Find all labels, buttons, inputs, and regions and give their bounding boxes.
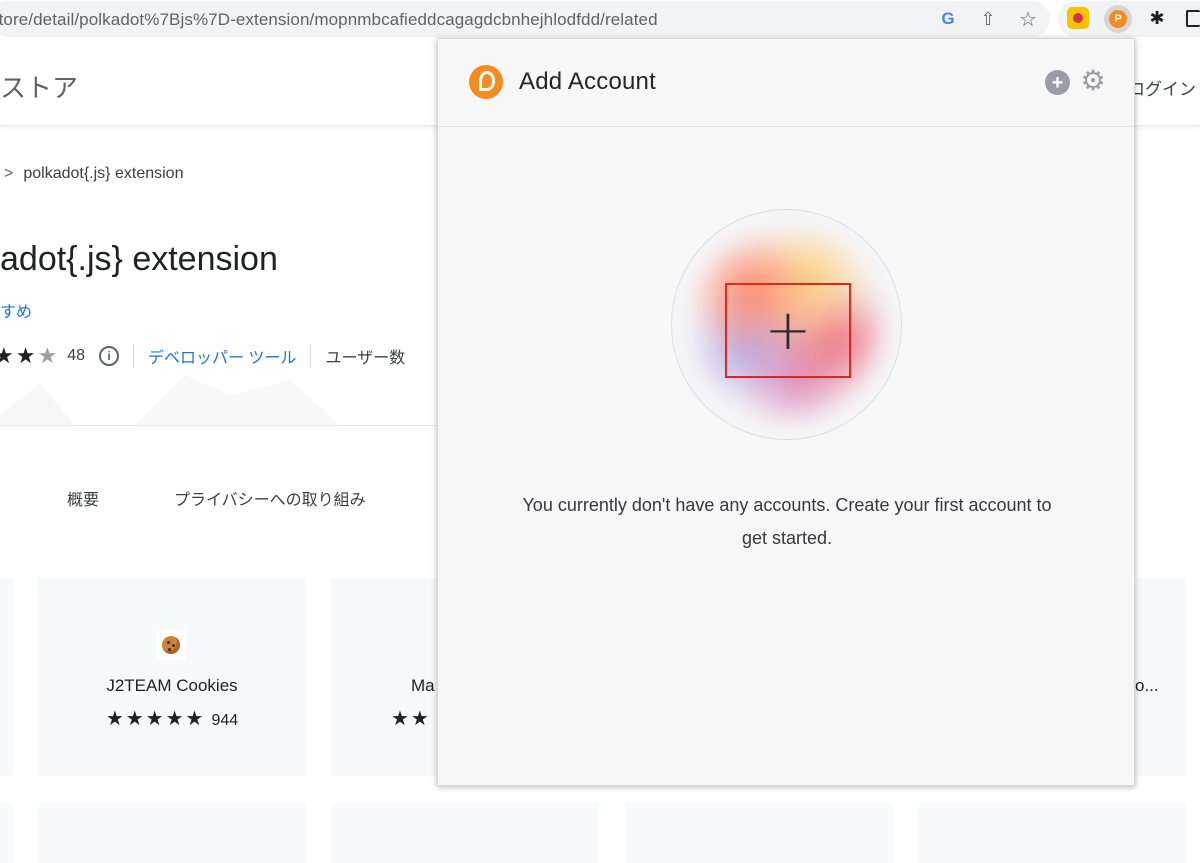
info-icon[interactable]: i	[98, 346, 119, 366]
address-bar[interactable]: store/detail/polkadot%7Bjs%7D-extension/…	[0, 1, 1050, 37]
rating-row: ★★★ 48 i デベロッパー ツール ユーザー数	[0, 343, 405, 369]
recommended-link[interactable]: すめ	[0, 298, 32, 322]
popup-header: Add Account + ⚙	[438, 39, 1134, 127]
card-title: J2TEAM Cookies	[106, 676, 238, 695]
breadcrumb: > polkadot{.js} extension	[0, 165, 183, 183]
extension-icon[interactable]	[1067, 7, 1089, 29]
card-title: o...	[1135, 676, 1159, 695]
empty-state-message: You currently don't have any accounts. C…	[522, 495, 1052, 548]
settings-gear-icon[interactable]: ⚙	[1079, 67, 1107, 95]
rating-count: 48	[67, 347, 85, 364]
background-illustration	[0, 375, 340, 425]
login-link[interactable]: ログイン	[1128, 75, 1196, 100]
rating-stars: ★★★	[0, 343, 60, 368]
google-icon[interactable]: G	[936, 7, 960, 31]
related-card[interactable]	[331, 803, 599, 863]
share-icon[interactable]: ⇧	[976, 7, 1000, 31]
add-account-plus-icon[interactable]: +	[1045, 70, 1070, 95]
divider	[310, 344, 312, 368]
cookie-icon	[156, 630, 186, 660]
plus-icon: +	[764, 297, 812, 363]
card-rating: ★★★★★ 944	[105, 708, 239, 730]
divider	[0, 425, 436, 426]
bookmark-star-icon[interactable]: ☆	[1016, 7, 1040, 31]
url-text[interactable]: store/detail/polkadot%7Bjs%7D-extension/…	[0, 10, 658, 30]
related-card[interactable]	[38, 803, 306, 863]
divider	[132, 344, 134, 368]
create-account-button[interactable]: +	[725, 283, 851, 378]
browser-toolbar: store/detail/polkadot%7Bjs%7D-extension/…	[0, 0, 1200, 40]
extension-popup: Add Account + ⚙ + You currently don't ha…	[437, 38, 1135, 786]
related-card-j2team[interactable]: J2TEAM Cookies ★★★★★ 944	[38, 578, 306, 776]
extensions-puzzle-icon[interactable]: ✱	[1146, 7, 1168, 29]
side-panel-icon[interactable]	[1186, 10, 1200, 27]
related-card[interactable]	[625, 803, 893, 863]
category-link[interactable]: デベロッパー ツール	[148, 344, 296, 368]
related-card[interactable]	[0, 803, 13, 863]
tab-overview[interactable]: 概要	[67, 486, 99, 510]
users-label: ユーザー数	[325, 350, 406, 367]
breadcrumb-item[interactable]: polkadot{.js} extension	[23, 165, 183, 182]
polkadot-extension-icon[interactable]: P	[1104, 5, 1132, 33]
related-card[interactable]	[0, 578, 13, 776]
polkadot-logo-icon	[469, 65, 503, 99]
breadcrumb-chevron-icon: >	[4, 165, 14, 182]
related-card[interactable]	[918, 803, 1186, 863]
extension-title: adot{.js} extension	[0, 240, 278, 278]
tab-privacy[interactable]: プライバシーへの取り組み	[174, 486, 366, 510]
popup-title: Add Account	[519, 68, 656, 95]
store-title: ストア	[0, 73, 79, 103]
